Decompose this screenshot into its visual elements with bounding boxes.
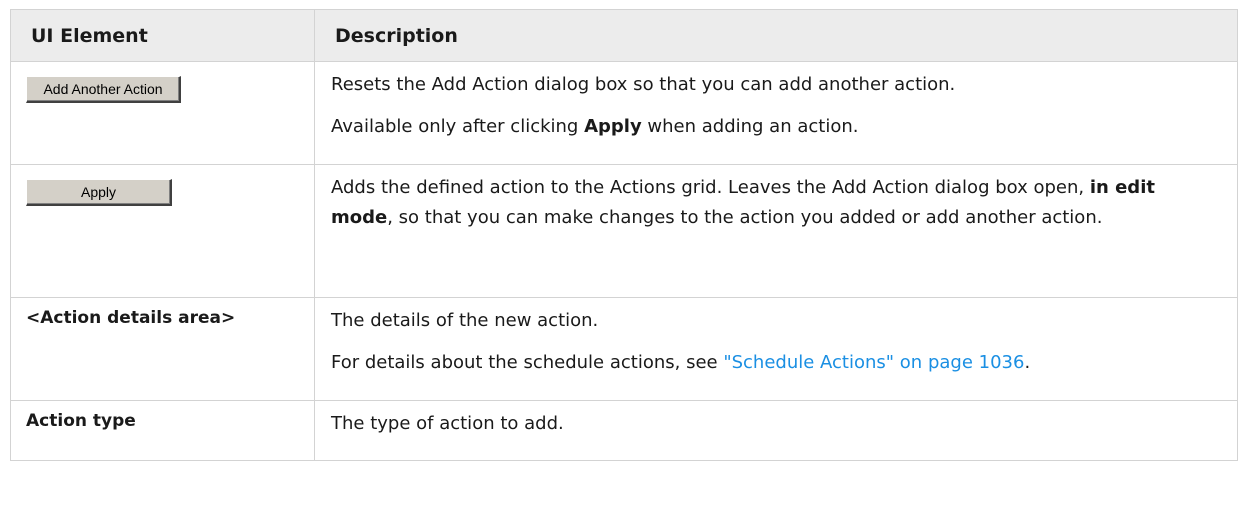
description-cell: Resets the Add Action dialog box so that… [314,61,1238,165]
table-row: Add Another Action Resets the Add Action… [10,61,1238,165]
schedule-actions-link[interactable]: "Schedule Actions" on page 1036 [723,352,1024,373]
ui-element-cell: Add Another Action [10,61,315,165]
ui-element-cell: Apply [10,164,315,298]
description-text: The type of action to add. [331,413,564,434]
ui-elements-table: UI Element Description Add Another Actio… [10,9,1238,461]
header-description: Description [314,9,1238,62]
description-text: For details about the schedule actions, … [331,352,1031,373]
table-row: Action type The type of action to add. [10,400,1238,461]
ui-element-cell: Action type [10,400,315,461]
table-row: Apply Adds the defined action to the Act… [10,164,1238,298]
table-header-row: UI Element Description [10,9,1238,62]
add-another-action-button[interactable]: Add Another Action [26,76,181,103]
description-text: Available only after clicking Apply when… [331,116,859,137]
description-text: The details of the new action. [331,310,599,331]
apply-term: Apply [584,116,642,137]
table-row: <Action details area> The details of the… [10,297,1238,401]
description-text: Adds the defined action to the Actions g… [331,177,1155,228]
description-cell: The type of action to add. [314,400,1238,461]
header-ui-element: UI Element [10,9,315,62]
action-details-term: <Action details area> [26,308,236,328]
description-cell: Adds the defined action to the Actions g… [314,164,1238,298]
apply-button[interactable]: Apply [26,179,172,206]
ui-element-cell: <Action details area> [10,297,315,401]
action-type-term: Action type [26,411,136,431]
description-cell: The details of the new action. For detai… [314,297,1238,401]
description-text: Resets the Add Action dialog box so that… [331,74,956,95]
